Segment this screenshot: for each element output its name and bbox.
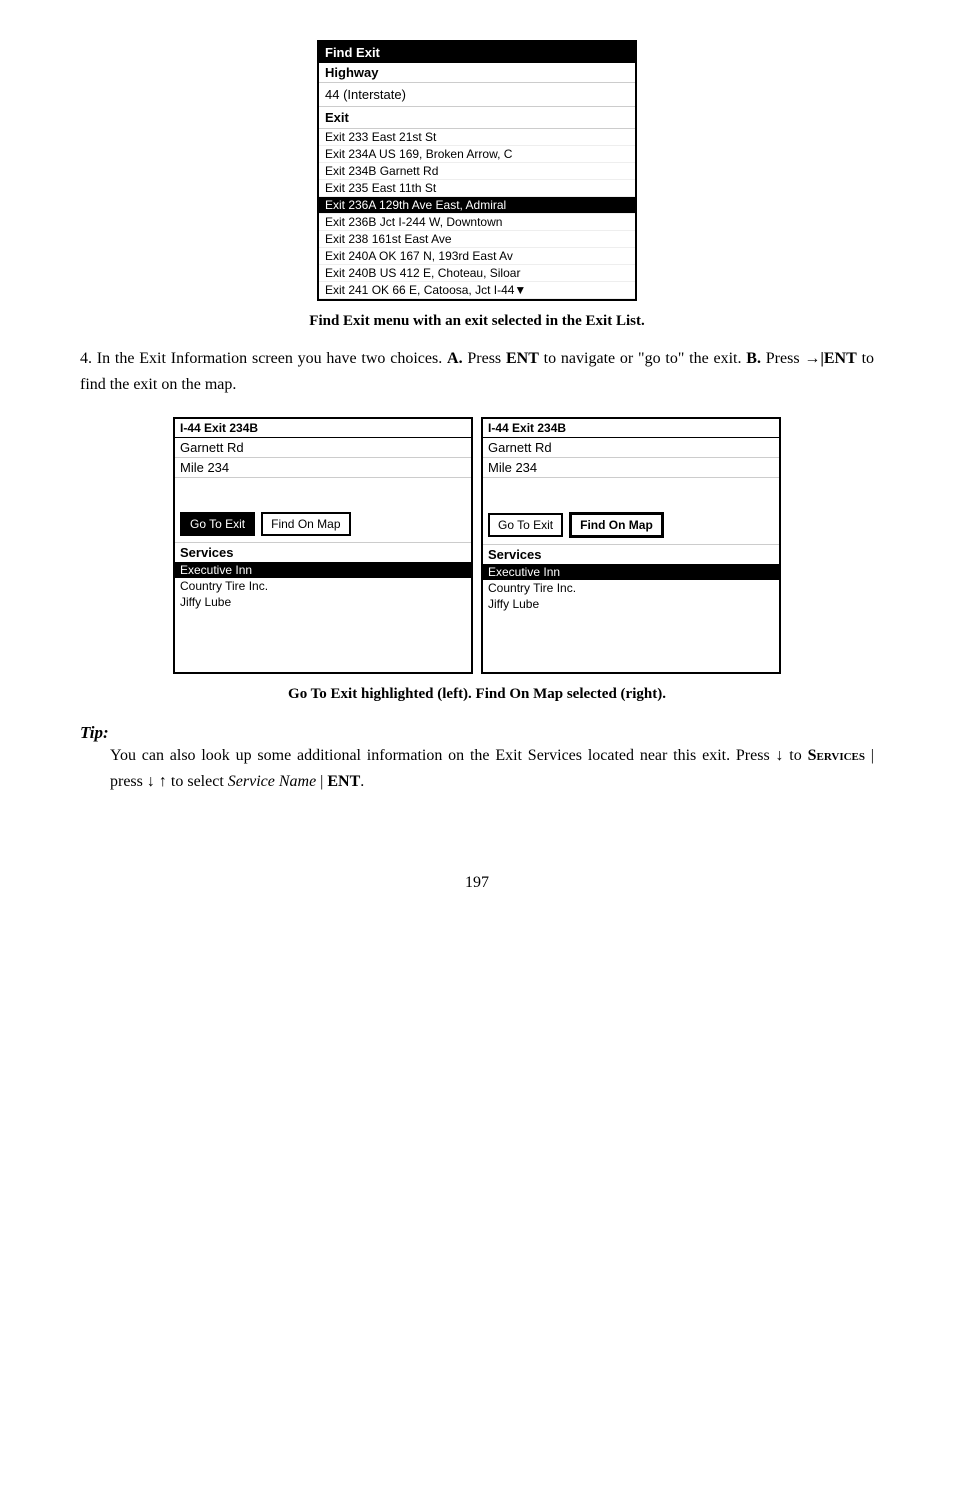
right-services-label: Services [483, 544, 779, 564]
left-service-item-3: Jiffy Lube [175, 594, 471, 610]
page-content: Find Exit Highway 44 (Interstate) Exit E… [80, 40, 874, 892]
right-find-on-map-button[interactable]: Find On Map [569, 512, 664, 538]
tip-label: Tip: [80, 723, 109, 742]
panels-container: I-44 Exit 234B Garnett Rd Mile 234 Go To… [80, 417, 874, 674]
tip-text: You can also look up some additional inf… [110, 743, 874, 794]
screen-title-bar: Find Exit [319, 42, 635, 63]
tip-arrows: ↓ ↑ [147, 773, 167, 790]
left-panel-road: Garnett Rd [175, 438, 471, 458]
right-exit-panel: I-44 Exit 234B Garnett Rd Mile 234 Go To… [481, 417, 781, 674]
right-go-to-exit-button[interactable]: Go To Exit [488, 513, 563, 537]
body-text-part1: 4. In the Exit Information screen you ha… [80, 350, 447, 367]
exit-label: Exit [319, 107, 635, 128]
list-item: Exit 234B Garnett Rd [319, 163, 635, 180]
list-item: Exit 236B Jct I-244 W, Downtown [319, 214, 635, 231]
right-panel-title: I-44 Exit 234B [483, 419, 779, 438]
tip-period: . [360, 773, 364, 790]
tip-service-name-italic: Service Name [228, 773, 316, 790]
tip-text-to-services: to [784, 747, 808, 764]
body-b-text: Press [761, 350, 804, 367]
body-a-label: A. [447, 350, 463, 367]
list-item: Exit 234A US 169, Broken Arrow, C [319, 146, 635, 163]
left-exit-panel: I-44 Exit 234B Garnett Rd Mile 234 Go To… [173, 417, 473, 674]
tip-text-part1: You can also look up some additional inf… [110, 747, 776, 764]
list-item: Exit 241 OK 66 E, Catoosa, Jct I-44▼ [319, 282, 635, 299]
right-panel-bottom [483, 612, 779, 672]
right-panel-road: Garnett Rd [483, 438, 779, 458]
right-panel-mile: Mile 234 [483, 458, 779, 478]
tip-down-arrow: ↓ [776, 747, 784, 764]
body-paragraph: 4. In the Exit Information screen you ha… [80, 346, 874, 397]
highway-value: 44 (Interstate) [319, 83, 635, 107]
list-item: Exit 240B US 412 E, Choteau, Siloar [319, 265, 635, 282]
left-find-on-map-button[interactable]: Find On Map [261, 512, 350, 536]
left-go-to-exit-button[interactable]: Go To Exit [180, 512, 255, 536]
left-panel-spacer [175, 486, 471, 506]
left-service-item-1[interactable]: Executive Inn [175, 562, 471, 578]
body-b-label: B. [746, 350, 761, 367]
arrow-ent-label: →|ENT [804, 350, 856, 367]
list-item: Exit 235 East 11th St [319, 180, 635, 197]
find-exit-screen: Find Exit Highway 44 (Interstate) Exit E… [317, 40, 637, 301]
list-item: Exit 233 East 21st St [319, 129, 635, 146]
right-panel-buttons: Go To Exit Find On Map [483, 506, 779, 544]
exit-list: Exit 233 East 21st St Exit 234A US 169, … [319, 128, 635, 299]
tip-separator2: | [316, 773, 327, 790]
find-exit-screenshot-container: Find Exit Highway 44 (Interstate) Exit E… [80, 40, 874, 301]
find-exit-caption: Find Exit menu with an exit selected in … [80, 313, 874, 330]
right-service-item-2: Country Tire Inc. [483, 580, 779, 596]
left-services-label: Services [175, 542, 471, 562]
ent-label-1: ENT [506, 350, 539, 367]
body-a-text: Press [463, 350, 506, 367]
highway-label: Highway [319, 63, 635, 83]
right-service-item-3: Jiffy Lube [483, 596, 779, 612]
tip-section: Tip: You can also look up some additiona… [80, 723, 874, 794]
left-panel-bottom [175, 610, 471, 670]
left-panel-title: I-44 Exit 234B [175, 419, 471, 438]
tip-services-bold: Services [808, 747, 865, 764]
list-item: Exit 238 161st East Ave [319, 231, 635, 248]
left-panel-mile: Mile 234 [175, 458, 471, 478]
right-panel-spacer [483, 486, 779, 506]
list-item: Exit 240A OK 167 N, 193rd East Av [319, 248, 635, 265]
body-a-text2: to navigate or "go to" the exit. [539, 350, 746, 367]
page-number: 197 [80, 874, 874, 892]
right-service-item-1[interactable]: Executive Inn [483, 564, 779, 580]
left-service-item-2: Country Tire Inc. [175, 578, 471, 594]
left-panel-buttons: Go To Exit Find On Map [175, 506, 471, 542]
panels-caption: Go To Exit highlighted (left). Find On M… [80, 686, 874, 703]
tip-ent-bold: ENT [327, 773, 360, 790]
list-item-highlighted[interactable]: Exit 236A 129th Ave East, Admiral [319, 197, 635, 214]
tip-text-to-select: to select [167, 773, 228, 790]
